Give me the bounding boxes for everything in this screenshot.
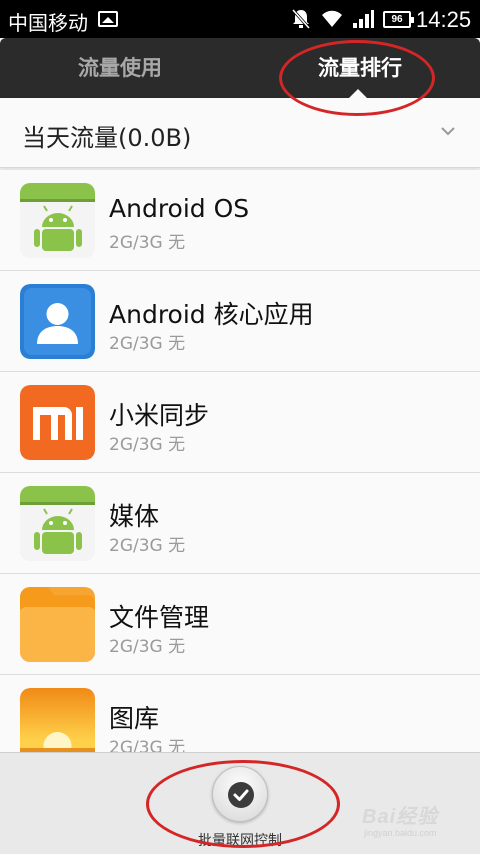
- contacts-person-icon: [20, 284, 95, 359]
- list-item[interactable]: 小米同步 2G/3G 无: [0, 372, 480, 473]
- app-name: Android OS: [109, 194, 250, 223]
- app-traffic-list: Android OS 2G/3G 无 Android 核心应用 2G/3G 无 …: [0, 170, 480, 752]
- app-name: Android 核心应用: [109, 300, 314, 329]
- app-name: 媒体: [109, 502, 160, 531]
- watermark-logo: Bai经验: [362, 806, 439, 828]
- carrier-name: 中国移动: [8, 11, 88, 35]
- app-network-status: 2G/3G 无: [109, 334, 186, 354]
- watermark-url: jingyan.baidu.com: [364, 828, 437, 838]
- mi-logo-icon: [20, 385, 95, 460]
- signal-strength-icon: [353, 10, 374, 28]
- app-name: 图库: [109, 704, 160, 733]
- android-robot-icon: [20, 486, 95, 561]
- gallery-sunset-icon: [20, 688, 95, 752]
- list-item[interactable]: 图库 2G/3G 无: [0, 675, 480, 752]
- list-item[interactable]: 文件管理 2G/3G 无: [0, 574, 480, 675]
- status-bar: 中国移动 96 14:25: [0, 0, 480, 38]
- traffic-period-label: 当天流量(0.0B): [22, 124, 192, 152]
- app-name: 小米同步: [109, 401, 210, 430]
- annotation-ellipse-tab: [279, 40, 435, 116]
- list-item[interactable]: Android OS 2G/3G 无: [0, 170, 480, 271]
- wifi-icon: [322, 10, 342, 28]
- android-robot-icon: [20, 183, 95, 258]
- baidu-jingyan-watermark: Bai经验 jingyan.baidu.com: [352, 800, 472, 850]
- battery-icon: 96: [383, 11, 414, 28]
- folder-icon: [20, 587, 95, 662]
- annotation-ellipse-button: [146, 760, 340, 848]
- chevron-down-icon: [441, 127, 455, 136]
- app-network-status: 2G/3G 无: [109, 536, 186, 556]
- app-network-status: 2G/3G 无: [109, 637, 186, 657]
- clock: 14:25: [416, 7, 472, 32]
- mute-bell-icon: [291, 9, 311, 29]
- list-item[interactable]: 媒体 2G/3G 无: [0, 473, 480, 574]
- tab-traffic-usage[interactable]: 流量使用: [0, 38, 240, 98]
- image-notification-icon: [98, 11, 118, 27]
- list-item[interactable]: Android 核心应用 2G/3G 无: [0, 271, 480, 372]
- app-network-status: 2G/3G 无: [109, 738, 186, 752]
- app-network-status: 2G/3G 无: [109, 233, 186, 253]
- app-network-status: 2G/3G 无: [109, 435, 186, 455]
- app-name: 文件管理: [109, 603, 210, 632]
- traffic-period-dropdown[interactable]: 当天流量(0.0B): [0, 98, 480, 168]
